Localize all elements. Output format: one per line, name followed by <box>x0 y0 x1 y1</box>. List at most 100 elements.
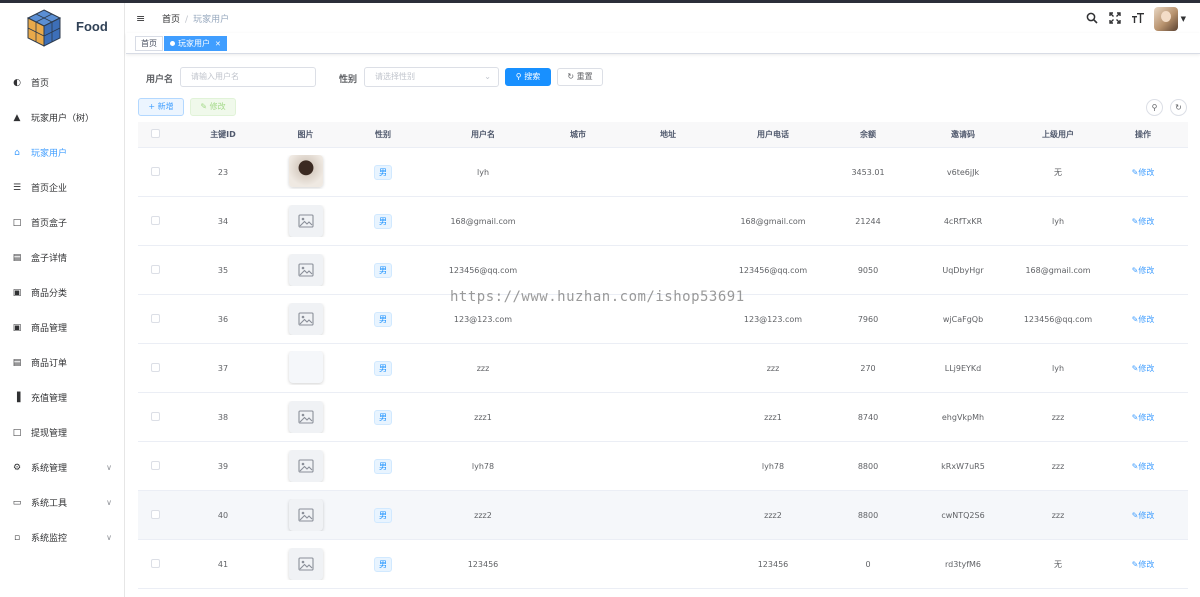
breadcrumb-home[interactable]: 首页 <box>162 15 180 25</box>
row-edit-button[interactable]: ✎修改 <box>1132 217 1155 226</box>
active-dot-icon <box>170 41 175 46</box>
row-checkbox[interactable] <box>151 362 160 372</box>
user-image[interactable] <box>288 351 323 383</box>
breadcrumb-separator: / <box>185 15 189 25</box>
toggle-search-button[interactable]: ⚲ <box>1146 99 1163 116</box>
fullscreen-icon[interactable] <box>1108 11 1122 27</box>
row-checkbox[interactable] <box>151 509 160 519</box>
image-placeholder-icon[interactable] <box>288 205 323 237</box>
hamburger-icon[interactable]: ≡ <box>136 12 145 25</box>
invite-cell: cwNTQ2S6 <box>941 510 985 520</box>
tag-player-users[interactable]: 玩家用户 ✕ <box>164 36 227 51</box>
image-placeholder-icon[interactable] <box>288 548 323 580</box>
font-size-icon[interactable] <box>1131 12 1145 27</box>
row-checkbox[interactable] <box>151 558 160 568</box>
sidebar-item-1[interactable]: ▲ 玩家用户（树） <box>0 100 125 135</box>
row-checkbox[interactable] <box>151 460 160 470</box>
sidebar-item-2[interactable]: ⌂ 玩家用户 <box>0 135 125 170</box>
actions-cell: ✎修改 <box>1098 559 1188 570</box>
table-row[interactable]: 38 男 zzz1 zzz1 8740 ehgVkpMh zzz ✎修改 <box>138 393 1188 442</box>
row-edit-button[interactable]: ✎修改 <box>1132 266 1155 275</box>
row-edit-button[interactable]: ✎修改 <box>1132 364 1155 373</box>
tag-home[interactable]: 首页 <box>135 36 163 51</box>
actions-cell: ✎修改 <box>1098 216 1188 227</box>
image-placeholder-icon[interactable] <box>288 303 323 335</box>
invite-cell: LLj9EYKd <box>944 363 982 373</box>
close-icon[interactable]: ✕ <box>215 40 221 48</box>
sidebar-item-7[interactable]: ▣ 商品管理 <box>0 310 125 345</box>
add-button-label: 新增 <box>157 102 174 111</box>
table-row[interactable]: 39 男 lyh78 lyh78 8800 kRxW7uR5 zzz ✎修改 <box>138 442 1188 491</box>
column-header: 操作 <box>1135 130 1151 139</box>
sidebar-item-label: 盒子详情 <box>31 254 68 264</box>
logo[interactable]: Food <box>0 3 125 53</box>
invite-cell: v6te6jJk <box>946 167 980 177</box>
table-row[interactable]: 35 男 123456@qq.com 123456@qq.com 9050 UqDbyHg… <box>138 246 1188 295</box>
row-checkbox[interactable] <box>151 313 160 323</box>
row-checkbox[interactable] <box>151 264 160 274</box>
row-edit-button[interactable]: ✎修改 <box>1132 511 1155 520</box>
row-edit-button[interactable]: ✎修改 <box>1132 315 1155 324</box>
sidebar-item-8[interactable]: ▤ 商品订单 <box>0 345 125 380</box>
gear-icon: ⚙ <box>12 462 22 473</box>
table-row[interactable]: 23 男 lyh 3453.01 v6te6jJk 无 ✎修改 <box>138 148 1188 197</box>
row-checkbox[interactable] <box>151 215 160 225</box>
gender-tag: 男 <box>374 262 392 278</box>
sidebar-item-6[interactable]: ▣ 商品分类 <box>0 275 125 310</box>
table-row[interactable]: 37 男 zzz zzz 270 LLj9EYKd lyh ✎修改 <box>138 344 1188 393</box>
column-header: 性别 <box>375 130 391 139</box>
row-checkbox[interactable] <box>151 166 160 176</box>
select-all-checkbox[interactable] <box>151 129 160 138</box>
sidebar-menu: ◐ 首页 ▲ 玩家用户（树） ⌂ 玩家用户 ☰ 首页企业 □ 首页盒子 ▤ 盒子详情 ▣ 商品分类 ▣ 商品管… <box>0 65 125 555</box>
column-header[interactable] <box>138 129 173 140</box>
balance-cell: 270 <box>860 363 876 373</box>
chevron-down-icon: ⌄ <box>484 72 491 81</box>
row-edit-button[interactable]: ✎修改 <box>1132 168 1155 177</box>
sidebar-item-3[interactable]: ☰ 首页企业 <box>0 170 125 205</box>
row-edit-label: 修改 <box>1138 510 1155 520</box>
sidebar-item-10[interactable]: □ 提现管理 <box>0 415 125 450</box>
table-row[interactable]: 34 男 168@gmail.com 168@gmail.com 21244 4cRfTx… <box>138 197 1188 246</box>
sidebar-item-12[interactable]: ▭ 系统工具 ∨ <box>0 485 125 520</box>
gender-select[interactable]: 请选择性别 ⌄ <box>364 67 499 87</box>
table-row[interactable]: 40 男 zzz2 zzz2 8800 cwNTQ2S6 zzz ✎修改 <box>138 491 1188 540</box>
avatar[interactable] <box>1153 7 1178 31</box>
sidebar-item-13[interactable]: ▫ 系统监控 ∨ <box>0 520 125 555</box>
add-button[interactable]: + 新增 <box>138 98 184 116</box>
sidebar-item-label: 首页盒子 <box>31 219 68 229</box>
sidebar-item-0[interactable]: ◐ 首页 <box>0 65 125 100</box>
parent-cell: zzz <box>1051 412 1065 422</box>
search-icon[interactable] <box>1085 12 1099 27</box>
column-header: 用户电话 <box>757 130 789 139</box>
image-placeholder-icon[interactable] <box>288 401 323 433</box>
copy-icon: ▣ <box>12 287 22 298</box>
breadcrumb-current: 玩家用户 <box>193 15 230 25</box>
sidebar-item-5[interactable]: ▤ 盒子详情 <box>0 240 125 275</box>
caret-down-icon[interactable]: ▼ <box>1181 15 1186 23</box>
sidebar-item-11[interactable]: ⚙ 系统管理 ∨ <box>0 450 125 485</box>
row-checkbox[interactable] <box>151 411 160 421</box>
search-button[interactable]: ⚲ 搜索 <box>505 68 551 86</box>
sidebar-item-9[interactable]: ▐ 充值管理 <box>0 380 125 415</box>
image-placeholder-icon[interactable] <box>288 450 323 482</box>
image-placeholder-icon[interactable] <box>288 499 323 531</box>
image-cell <box>273 548 338 580</box>
document-icon: ▤ <box>12 357 22 368</box>
reset-button[interactable]: ↻ 重置 <box>557 68 603 86</box>
user-image[interactable] <box>288 155 323 187</box>
edit-button[interactable]: ✎ 修改 <box>190 98 236 116</box>
id-cell: 37 <box>217 363 229 373</box>
row-edit-button[interactable]: ✎修改 <box>1132 560 1155 569</box>
chevron-down-icon: ∨ <box>106 533 112 542</box>
image-placeholder-icon[interactable] <box>288 254 323 286</box>
image-cell <box>273 401 338 433</box>
row-edit-button[interactable]: ✎修改 <box>1132 413 1155 422</box>
row-edit-button[interactable]: ✎修改 <box>1132 462 1155 471</box>
sidebar-item-4[interactable]: □ 首页盒子 <box>0 205 125 240</box>
phone-cell: zzz2 <box>764 510 782 520</box>
copy-icon: ▣ <box>12 322 22 333</box>
edit-icon: ✎ <box>200 102 208 111</box>
refresh-button[interactable]: ↻ <box>1170 99 1187 116</box>
username-input[interactable]: 请输入用户名 <box>180 67 316 87</box>
table-row[interactable]: 41 男 123456 123456 0 rd3tyfM6 无 ✎修改 <box>138 540 1188 589</box>
